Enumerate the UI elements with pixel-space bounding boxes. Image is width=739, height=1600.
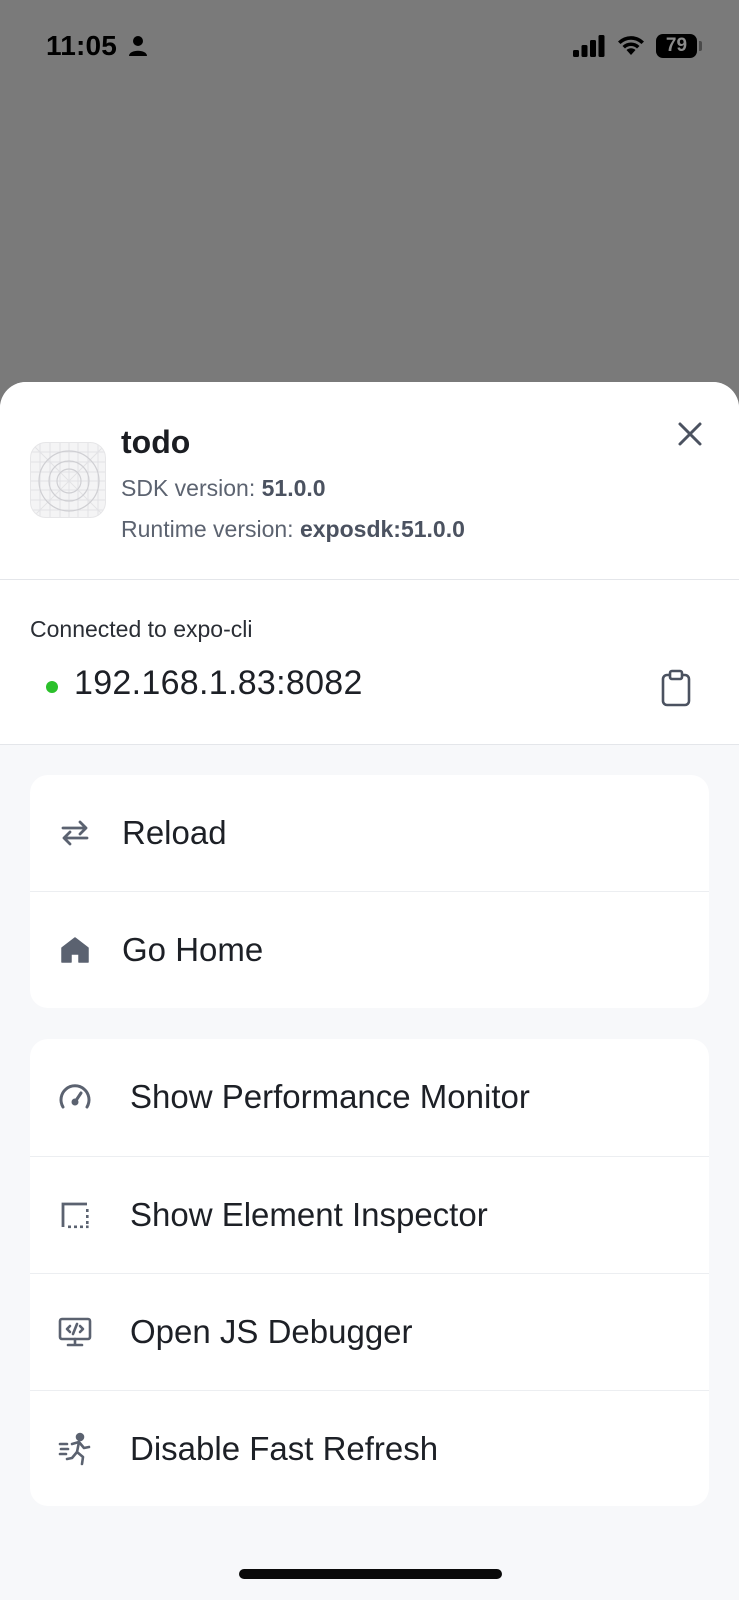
app-placeholder-icon: [30, 442, 106, 518]
runtime-version-label: Runtime version:: [121, 516, 294, 542]
connection-status-dot: [46, 681, 58, 693]
connection-url: 192.168.1.83:8082: [74, 664, 363, 702]
copy-url-button[interactable]: [656, 666, 696, 710]
app-info-header: todo SDK version: 51.0.0 Runtime version…: [0, 382, 739, 580]
battery-icon: 79: [656, 34, 697, 58]
primary-actions-card: Reload Go Home: [30, 775, 709, 1008]
performance-monitor-button[interactable]: Show Performance Monitor: [30, 1039, 709, 1156]
reload-icon: [58, 816, 92, 850]
home-icon: [58, 933, 92, 967]
fast-refresh-icon: [58, 1432, 92, 1466]
home-indicator: [239, 1569, 502, 1579]
sdk-version-label: SDK version:: [121, 475, 256, 501]
dev-tools-card: Show Performance Monitor Show Element In…: [30, 1039, 709, 1506]
wifi-icon: [616, 33, 646, 62]
reload-button[interactable]: Reload: [30, 775, 709, 891]
js-debugger-button[interactable]: Open JS Debugger: [30, 1273, 709, 1390]
battery-tip: [699, 41, 702, 51]
status-bar: 11:05 79: [0, 0, 739, 95]
close-button[interactable]: [672, 416, 708, 452]
close-icon: [678, 422, 702, 446]
debugger-icon: [58, 1315, 92, 1349]
dev-menu-sheet: todo SDK version: 51.0.0 Runtime version…: [0, 382, 739, 1600]
go-home-label: Go Home: [122, 931, 264, 968]
runtime-version: Runtime version: exposdk:51.0.0: [121, 516, 465, 543]
js-debugger-label: Open JS Debugger: [130, 1313, 413, 1350]
signal-icon: [573, 35, 605, 62]
sdk-version: SDK version: 51.0.0: [121, 475, 326, 502]
app-name: todo: [121, 424, 191, 460]
clipboard-icon: [661, 669, 691, 707]
fast-refresh-button[interactable]: Disable Fast Refresh: [30, 1390, 709, 1506]
sdk-version-value: 51.0.0: [261, 475, 326, 501]
go-home-button[interactable]: Go Home: [30, 891, 709, 1007]
inspector-icon: [58, 1198, 92, 1232]
runtime-version-value: exposdk:51.0.0: [299, 516, 465, 542]
element-inspector-button[interactable]: Show Element Inspector: [30, 1156, 709, 1273]
element-inspector-label: Show Element Inspector: [130, 1196, 488, 1233]
connection-label: Connected to expo-cli: [30, 616, 253, 642]
speedometer-icon: [58, 1080, 92, 1114]
reload-label: Reload: [122, 814, 227, 851]
performance-monitor-label: Show Performance Monitor: [130, 1078, 530, 1115]
person-icon: [128, 35, 148, 62]
connection-panel: Connected to expo-cli 192.168.1.83:8082: [0, 580, 739, 745]
status-time: 11:05: [46, 30, 118, 61]
fast-refresh-label: Disable Fast Refresh: [130, 1430, 439, 1467]
